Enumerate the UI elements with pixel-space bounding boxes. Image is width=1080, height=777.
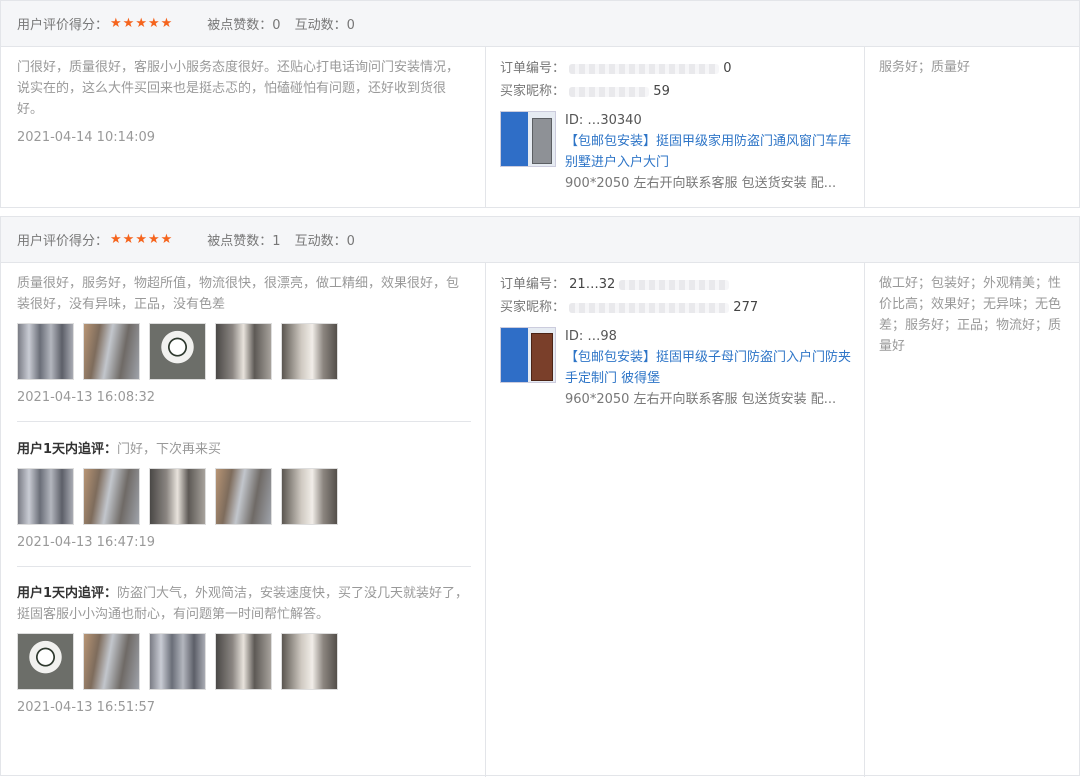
followup-review: 用户1天内追评：门好，下次再来买 2021-04-13 16:47:19 [17, 421, 471, 550]
order-number: 订单编号： 0 [500, 57, 852, 80]
star-rating-icon: ★★★★★ [110, 232, 174, 247]
buyer-label: 买家昵称： [500, 84, 566, 99]
review-column: 质量很好，服务好，物超所值，物流很快，很漂亮，做工精细，效果很好，包装很好，没有… [1, 263, 486, 777]
score-label: 用户评价得分： [17, 234, 109, 249]
star-rating-icon: ★★★★★ [110, 16, 174, 31]
review-photos [17, 323, 471, 380]
product-title-link[interactable]: 【包邮包安装】挺固甲级家用防盗门通风窗门车库别墅进户入户大门 [565, 131, 852, 173]
followup-photos [17, 468, 471, 525]
review-photo[interactable] [17, 468, 74, 525]
review-text: 门很好，质量很好，客服小小服务态度很好。还贴心打电话询问门安装情况，说实在的，这… [17, 60, 460, 117]
product-id: ID: …30340 [565, 113, 642, 128]
score-label: 用户评价得分： [17, 18, 109, 33]
followup-text: 门好，下次再来买 [117, 442, 222, 457]
buyer-value: 277 [733, 300, 759, 315]
review-time: 2021-04-13 16:08:32 [17, 390, 156, 405]
product-id: ID: …98 [565, 329, 617, 344]
followup-time: 2021-04-13 16:47:19 [17, 535, 156, 550]
order-number: 订单编号： 21…32 [500, 273, 852, 296]
order-column: 订单编号： 0 买家昵称： 59 ID: …30340 【包邮包安装】挺固甲级家… [486, 47, 865, 208]
review-photo[interactable] [83, 468, 140, 525]
product-thumbnail[interactable] [500, 327, 556, 383]
review-photo[interactable] [281, 323, 338, 380]
review-photo[interactable] [215, 633, 272, 690]
review-photo[interactable] [281, 468, 338, 525]
review-photo[interactable] [215, 323, 272, 380]
masked-value [569, 302, 730, 313]
product-title-link[interactable]: 【包邮包安装】挺固甲级子母门防盗门入户门防夹手定制门 彼得堡 [565, 347, 852, 389]
followup-label: 用户1天内追评： [17, 586, 118, 601]
tags-column: 服务好；质量好 [865, 47, 1079, 208]
buyer-value: 59 [653, 84, 670, 99]
order-number-value: 0 [723, 61, 732, 76]
review-time: 2021-04-14 10:14:09 [17, 130, 156, 145]
review-column: 门很好，质量很好，客服小小服务态度很好。还贴心打电话询问门安装情况，说实在的，这… [1, 47, 486, 208]
review-photo[interactable] [215, 468, 272, 525]
review-photo[interactable] [83, 633, 140, 690]
review-header: 用户评价得分： ★★★★★ 被点赞数：0 互动数：0 [1, 1, 1079, 47]
followup-photos [17, 633, 471, 690]
order-number-value: 21…32 [569, 277, 616, 292]
product-spec: 960*2050 左右开向联系客服 包送货安装 配... [565, 392, 837, 407]
review-photo[interactable] [149, 633, 206, 690]
review-photo[interactable] [149, 323, 206, 380]
likes-count: 被点赞数：0 [207, 18, 281, 33]
masked-value [569, 63, 720, 74]
masked-value [569, 86, 650, 97]
review-photo[interactable] [281, 633, 338, 690]
followup-label: 用户1天内追评： [17, 442, 118, 457]
product-spec: 900*2050 左右开向联系客服 包送货安装 配... [565, 176, 837, 191]
review-photo[interactable] [17, 323, 74, 380]
review-card: 用户评价得分： ★★★★★ 被点赞数：1 互动数：0 质量很好，服务好，物超所值… [0, 216, 1080, 777]
review-tags: 做工好；包装好；外观精美；性价比高；效果好；无异味；无色差；服务好；正品；物流好… [879, 276, 1062, 354]
order-column: 订单编号： 21…32 买家昵称： 277 ID: …98 【包邮包安装】挺固甲… [486, 263, 865, 777]
product-item[interactable]: ID: …98 【包邮包安装】挺固甲级子母门防盗门入户门防夹手定制门 彼得堡 9… [500, 327, 852, 410]
buyer-nickname: 买家昵称： 277 [500, 296, 852, 319]
followup-review: 用户1天内追评：防盗门大气，外观简洁，安装速度快，买了没几天就装好了，挺固客服小… [17, 566, 471, 715]
review-photo[interactable] [83, 323, 140, 380]
review-photo[interactable] [17, 633, 74, 690]
interaction-count: 互动数：0 [294, 18, 355, 33]
review-tags: 服务好；质量好 [879, 60, 971, 75]
followup-time: 2021-04-13 16:51:57 [17, 700, 156, 715]
review-photo[interactable] [149, 468, 206, 525]
interaction-count: 互动数：0 [294, 234, 355, 249]
buyer-label: 买家昵称： [500, 300, 566, 315]
tags-column: 做工好；包装好；外观精美；性价比高；效果好；无异味；无色差；服务好；正品；物流好… [865, 263, 1079, 777]
masked-value [619, 279, 730, 290]
likes-count: 被点赞数：1 [207, 234, 281, 249]
product-thumbnail[interactable] [500, 111, 556, 167]
product-item[interactable]: ID: …30340 【包邮包安装】挺固甲级家用防盗门通风窗门车库别墅进户入户大… [500, 111, 852, 194]
buyer-nickname: 买家昵称： 59 [500, 80, 852, 103]
order-number-label: 订单编号： [500, 61, 566, 76]
review-text: 质量很好，服务好，物超所值，物流很快，很漂亮，做工精细，效果很好，包装很好，没有… [17, 276, 460, 312]
review-header: 用户评价得分： ★★★★★ 被点赞数：1 互动数：0 [1, 217, 1079, 263]
order-number-label: 订单编号： [500, 277, 566, 292]
review-card: 用户评价得分： ★★★★★ 被点赞数：0 互动数：0 门很好，质量很好，客服小小… [0, 0, 1080, 208]
